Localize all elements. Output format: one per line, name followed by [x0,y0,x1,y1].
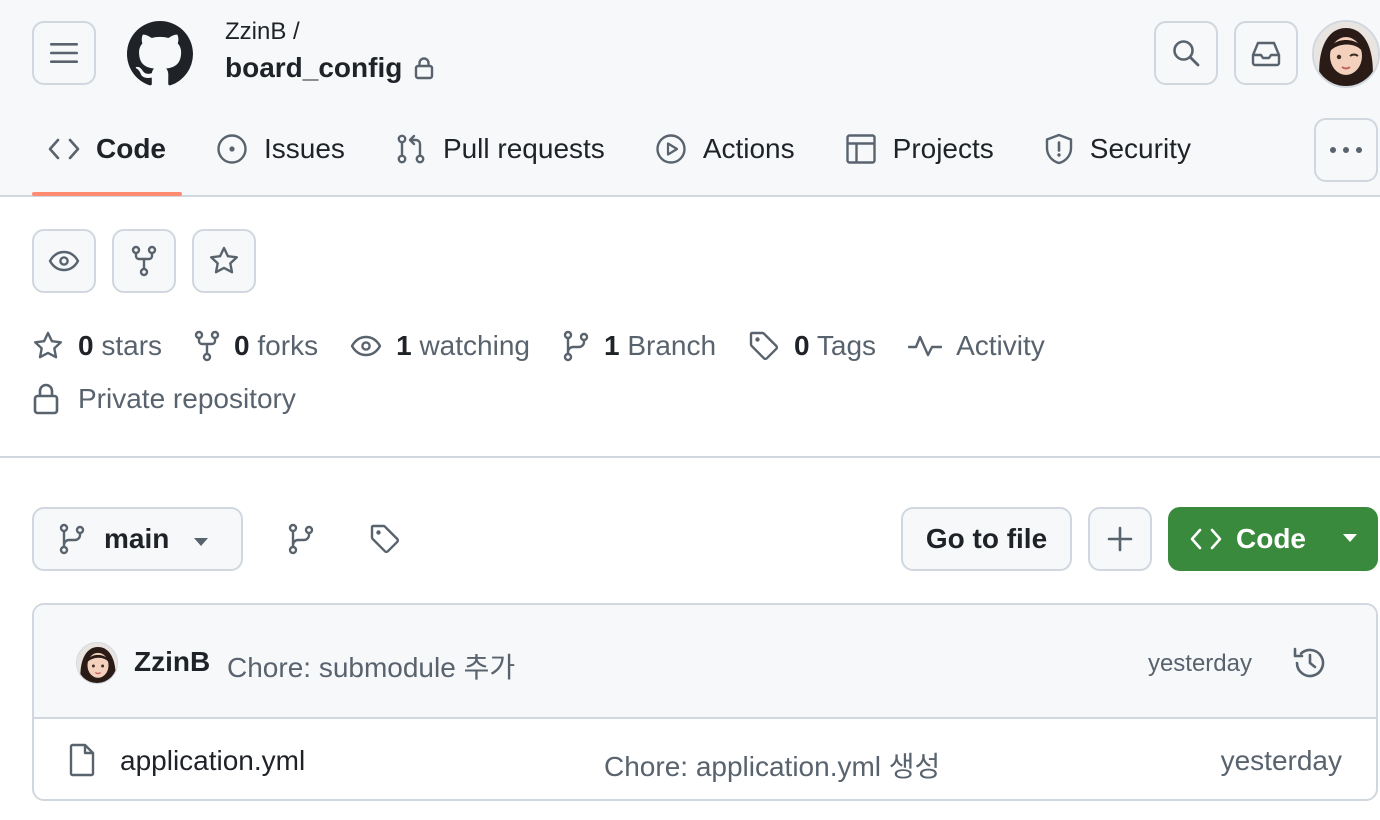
file-row: application.yml Chore: application.yml 생… [34,721,1376,799]
visibility-indicator: Private repository [32,382,296,416]
tab-actions[interactable]: Actions [639,120,811,178]
tags-link[interactable]: 0 Tags [748,330,876,362]
activity-label: Activity [956,330,1045,361]
menu-icon [50,43,78,63]
tab-label: Code [96,133,166,164]
repo-nav-tabs: Code Issues Pull requests Actions Projec… [32,120,1225,196]
eye-icon [48,250,80,272]
stars-count: 0 [78,330,94,361]
menu-button[interactable] [32,21,96,85]
visibility-label: Private repository [78,383,296,414]
tab-label: Security [1089,133,1191,164]
caret-down-icon [1343,534,1357,542]
watch-button[interactable] [32,229,96,293]
star-icon [210,246,238,274]
code-button-label: Code [1236,523,1306,554]
table-icon [845,134,876,164]
plus-icon [1107,526,1133,552]
fork-button[interactable] [112,229,176,293]
user-avatar[interactable] [1312,20,1380,88]
repo-owner-link[interactable]: ZzinB / [225,18,300,46]
inbox-icon [1251,41,1281,67]
branch-icon [59,523,85,555]
star-icon [34,331,62,359]
branches-button[interactable] [287,523,315,555]
tab-label: Projects [892,133,994,164]
shield-icon [1045,133,1072,165]
tab-code[interactable]: Code [32,120,182,196]
inbox-button[interactable] [1234,21,1298,85]
branches-link[interactable]: 1 Branch [562,330,716,362]
commit-time: yesterday [1147,650,1252,677]
fork-icon [131,245,157,277]
code-icon [48,138,80,160]
tab-pull-requests[interactable]: Pull requests [379,120,621,178]
latest-commit-row: ZzinB Chore: submodule 추가 yesterday [34,605,1376,719]
play-icon [656,134,686,164]
kebab-horizontal-icon [1330,147,1362,153]
tags-button[interactable] [369,523,401,555]
file-icon [69,743,95,777]
file-commit-message[interactable]: Chore: application.yml 생성 [604,745,940,785]
branch-count: 1 [603,330,620,361]
forks-link[interactable]: 0 forks [194,330,318,362]
search-button[interactable] [1154,21,1218,85]
fork-icon [194,330,220,362]
tab-security[interactable]: Security [1028,120,1207,178]
activity-link[interactable]: Activity [908,330,1045,362]
stars-link[interactable]: 0 stars [32,330,162,362]
tab-label: Issues [264,133,345,164]
code-icon [1190,528,1222,550]
tags-label: Tags [816,330,877,361]
lock-icon [33,383,59,415]
code-button[interactable]: Code [1168,507,1378,571]
add-file-button[interactable] [1088,507,1152,571]
tag-icon [370,524,400,554]
commit-author[interactable]: ZzinB [134,646,210,678]
tag-icon [749,331,779,361]
more-tabs-button[interactable] [1314,118,1378,182]
forks-label: forks [257,330,319,361]
history-button[interactable] [1292,645,1328,681]
tab-projects[interactable]: Projects [829,120,1010,178]
github-logo[interactable] [127,21,193,87]
issue-icon [217,134,247,164]
file-name-link[interactable]: application.yml [120,745,305,777]
branch-icon [288,523,314,555]
star-button[interactable] [192,229,256,293]
branch-name: main [104,523,170,554]
caret-down-icon [194,538,208,546]
repo-header: ZzinB / board_config Code Issues Pull re… [0,0,1380,197]
search-icon [1173,40,1200,67]
repo-title: board_config [225,52,434,84]
watching-label: watching [419,330,530,361]
tab-issues[interactable]: Issues [200,120,361,178]
pulse-icon [908,335,943,357]
commit-message[interactable]: Chore: submodule 추가 [227,646,515,686]
tags-count: 0 [794,330,810,361]
watching-link[interactable]: 1 watching [350,330,530,362]
file-commit-time: yesterday [1220,745,1342,776]
tab-label: Pull requests [442,133,605,164]
watching-count: 1 [396,330,412,361]
file-list: ZzinB Chore: submodule 추가 yesterday appl… [32,603,1378,801]
repo-stats: 0 stars 0 forks 1 watching 1 Branch 0 Ta… [32,322,1077,370]
lock-icon [415,57,434,80]
branch-label: Branch [627,330,717,361]
stars-label: stars [101,330,163,361]
pull-request-icon [397,134,425,164]
tab-label: Actions [702,133,795,164]
commit-author-avatar[interactable] [76,642,118,684]
forks-count: 0 [234,330,250,361]
section-divider [0,456,1380,458]
go-to-file-button[interactable]: Go to file [901,507,1072,571]
branch-selector[interactable]: main [32,507,243,571]
eye-icon [350,335,382,357]
history-icon [1293,647,1325,678]
repo-name-link[interactable]: board_config [225,52,402,84]
branch-icon [563,330,589,362]
